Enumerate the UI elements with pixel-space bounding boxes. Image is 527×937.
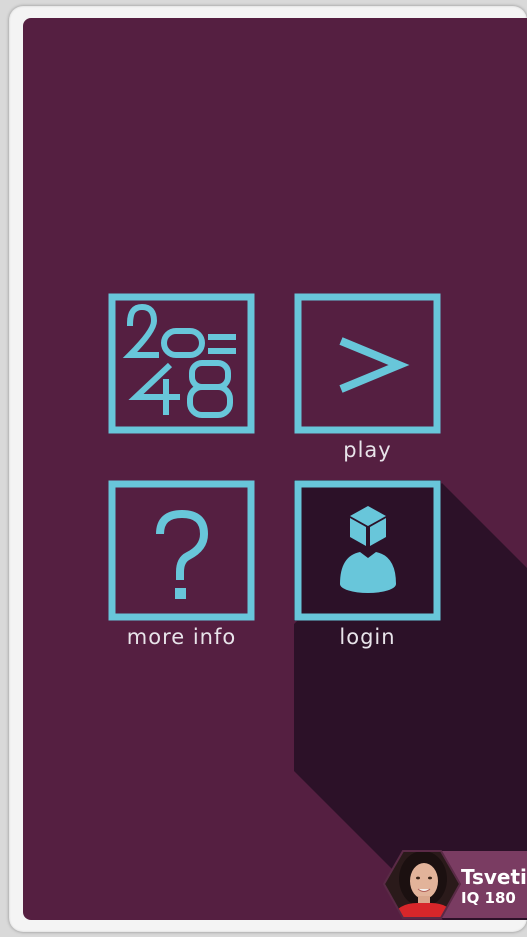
login-button[interactable]	[294, 480, 441, 621]
app-screen: play more info login	[23, 18, 527, 920]
play-label[interactable]: play	[294, 438, 441, 462]
2048-logo-icon	[108, 293, 255, 434]
play-button[interactable]	[294, 293, 441, 434]
question-mark-icon	[108, 480, 255, 621]
login-label[interactable]: login	[294, 625, 441, 649]
profile-name: Tsveti	[461, 865, 527, 889]
user-profile-badge[interactable]: Tsveti IQ 180	[383, 849, 527, 920]
login-long-shadow	[294, 483, 527, 920]
more-info-button[interactable]	[108, 480, 255, 621]
profile-iq: IQ 180	[461, 889, 516, 907]
game-logo-tile[interactable]	[108, 293, 255, 434]
user-cube-icon	[294, 480, 441, 621]
avatar	[383, 850, 461, 919]
chevron-right-icon	[294, 293, 441, 434]
more-info-label[interactable]: more info	[108, 625, 255, 649]
